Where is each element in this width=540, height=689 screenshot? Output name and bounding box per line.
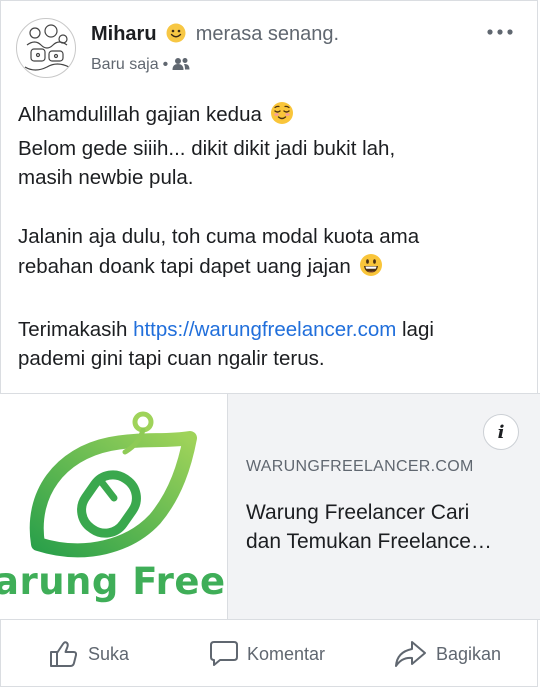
post-time[interactable]: Baru saja [91,56,159,73]
more-options-icon[interactable] [484,20,516,44]
feeling-text: merasa senang. [195,23,340,45]
link-title-line: dan Temukan Freelance… [246,530,492,553]
comment-label: Komentar [247,643,326,664]
comment-bubble-icon [210,641,238,666]
avatar[interactable] [16,18,76,78]
meta-separator: • [162,56,169,73]
post-actions-bar: Suka Komentar Bagikan [0,620,540,689]
like-label: Suka [88,643,130,664]
smiling-face-icon [166,23,186,51]
thumbs-up-icon [50,641,78,667]
post-line-text: rebahan doank tapi dapet uang jajan [18,254,351,278]
post-line-text: Terimakasih [18,317,128,341]
link-title[interactable]: Warung Freelancer Cari dan Temukan Freel… [246,498,531,556]
share-label: Bagikan [436,643,502,664]
info-icon[interactable]: i [483,414,519,450]
post-line: Belom gede siiih... dikit dikit jadi buk… [18,136,396,160]
link-title-line: Warung Freelancer Cari [246,501,470,524]
relieved-face-icon [270,101,294,134]
comment-button[interactable]: Komentar [207,637,325,671]
author-line: Miharu merasa senang. [91,20,339,51]
share-arrow-icon [395,641,426,667]
post-line: rebahan doank tapi dapet uang jajan [18,252,528,286]
grinning-face-icon [359,253,383,286]
post-body: Alhamdulillah gajian kedua Belom gede si… [18,100,528,374]
link-preview-image[interactable]: arung Freelanc [0,394,228,619]
post-link[interactable]: https://warungfreelancer.com [133,318,396,341]
like-button[interactable]: Suka [48,637,129,671]
friends-icon [172,56,190,79]
logo-wordmark: arung Freelanc [0,560,227,603]
post-line-text: lagi [402,317,434,341]
post-meta: Baru saja • [91,54,190,79]
post-line: Alhamdulillah gajian kedua [18,100,528,134]
share-button[interactable]: Bagikan [394,637,501,671]
post-header: Miharu merasa senang. Baru saja • [0,0,540,90]
post-line: pademi gini tapi cuan ngalir terus. [18,347,325,370]
author-name[interactable]: Miharu [91,23,157,45]
post-line: masih newbie pula. [18,166,194,189]
link-domain: WARUNGFREELANCER.COM [246,458,474,475]
link-preview-card[interactable]: arung Freelanc i WARUNGFREELANCER.COM Wa… [0,393,540,620]
post-line: Terimakasih https://warungfreelancer.com… [18,315,528,345]
post-line-text: Alhamdulillah gajian kedua [18,103,262,126]
post-line: Jalanin aja dulu, toh cuma modal kuota a… [18,225,420,248]
